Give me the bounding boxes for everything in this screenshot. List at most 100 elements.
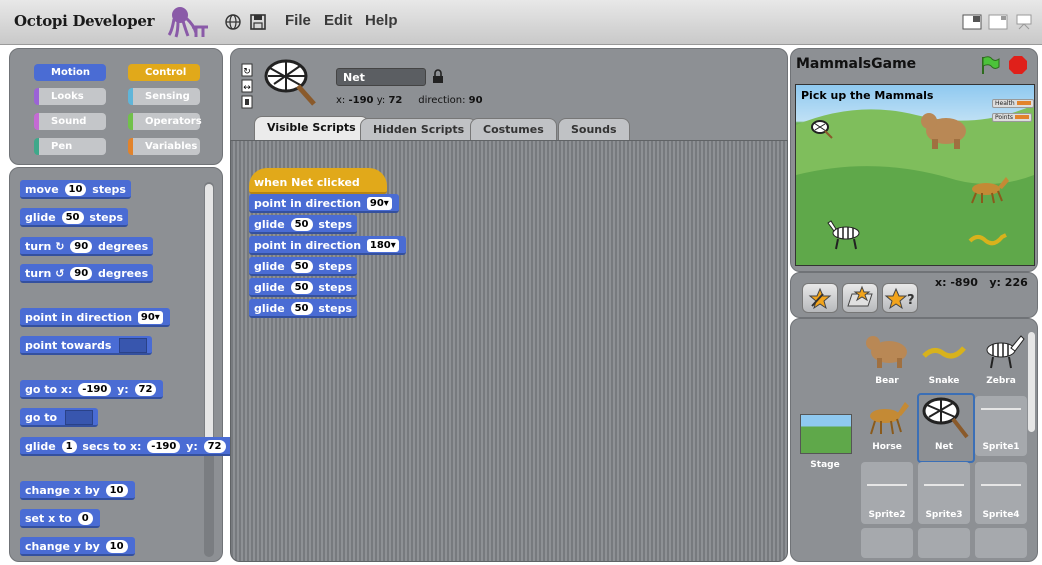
block-point-in-direction[interactable]: point in direction 90▾ [20,308,170,327]
language-globe-icon[interactable] [224,13,242,31]
block-label: glide [254,302,285,315]
block-number-input[interactable]: 90 [70,266,93,280]
direction-dropdown[interactable]: 90▾ [366,196,392,210]
stage-canvas[interactable]: Pick up the Mammals Health Points [795,84,1035,266]
block-label: move [25,183,59,196]
normal-stage-view-icon[interactable] [962,14,982,30]
snake-sprite-icon[interactable] [968,231,1008,247]
category-pen[interactable]: Pen [34,138,106,155]
rotation-style-icons[interactable]: ↻ ↔ [241,63,253,111]
svg-text:↻: ↻ [243,67,251,77]
script-block-glide[interactable]: glide 50 steps [249,257,358,276]
zebra-sprite-icon[interactable] [826,217,866,251]
tab-costumes[interactable]: Costumes [470,118,557,141]
block-number-input[interactable]: 50 [61,210,84,224]
presentation-mode-icon[interactable] [1014,14,1034,30]
hat-block-when-clicked[interactable]: when Net clicked [249,168,387,194]
category-looks[interactable]: Looks [34,88,106,105]
paint-new-sprite-button[interactable] [802,283,838,313]
sprite-label-sprite2: Sprite2 [868,510,906,520]
script-block-glide[interactable]: glide 50 steps [249,215,358,234]
save-icon[interactable] [249,13,267,31]
block-go-to[interactable]: go to [20,408,98,427]
category-sensing[interactable]: Sensing [128,88,200,105]
block-turn-left[interactable]: turn ↺ 90 degrees [20,264,154,283]
block-turn-right[interactable]: turn ↻ 90 degrees [20,237,154,256]
mouse-x-label: x: [935,276,947,289]
block-change-x[interactable]: change x by 10 [20,481,135,500]
category-motion[interactable]: Motion [34,64,106,81]
net-icon [922,397,969,439]
block-number-input[interactable]: 50 [290,280,313,294]
health-monitor: Health [992,99,1034,108]
sprite-tile-more[interactable] [918,528,970,558]
horse-sprite-icon[interactable] [966,173,1010,205]
script-block-point-in-direction[interactable]: point in direction 180▾ [249,236,406,255]
block-number-input[interactable]: 10 [64,182,87,196]
stop-icon[interactable] [1008,55,1028,75]
block-number-input[interactable]: 0 [77,511,93,525]
sprite-label-sprite4: Sprite4 [982,510,1020,520]
block-label: y: [117,383,129,396]
y-input[interactable]: 72 [203,439,226,453]
lock-icon[interactable] [432,69,444,84]
small-stage-view-icon[interactable] [988,14,1008,30]
x-label: x: [336,95,346,106]
target-dropdown[interactable] [119,337,148,353]
help-menu[interactable]: Help [365,12,398,29]
script-block-point-in-direction[interactable]: point in direction 90▾ [249,194,399,213]
sprite-tile-net-selected[interactable] [917,393,975,463]
target-dropdown[interactable] [64,409,93,425]
block-number-input[interactable]: 10 [105,483,128,497]
sprite-tile-more[interactable] [975,528,1027,558]
direction-value: 90 [468,95,483,106]
tab-visible-scripts[interactable]: Visible Scripts [254,116,369,141]
category-control[interactable]: Control [128,64,200,81]
block-point-towards[interactable]: point towards [20,336,153,355]
surprise-sprite-icon: ? [884,287,915,310]
palette-scrollbar-thumb[interactable] [205,184,213,454]
block-change-y[interactable]: change y by 10 [20,537,135,556]
block-go-to-xy[interactable]: go to x: -190 y: 72 [20,380,164,399]
block-number-input[interactable]: 90 [70,239,93,253]
octopus-logo-icon [167,7,208,38]
tab-sounds[interactable]: Sounds [558,118,630,141]
block-number-input[interactable]: 50 [290,259,313,273]
category-sound[interactable]: Sound [34,113,106,130]
script-block-glide[interactable]: glide 50 steps [249,278,358,297]
bear-sprite-icon[interactable] [918,107,970,151]
block-number-input[interactable]: 50 [290,301,313,315]
block-number-input[interactable]: 50 [290,217,313,231]
block-number-input[interactable]: 10 [105,539,128,553]
choose-sprite-from-file-button[interactable] [842,283,878,313]
random-sprite-button[interactable]: ? [882,283,918,313]
category-variables[interactable]: Variables [128,138,200,155]
block-label: go to [25,411,58,424]
stage-thumbnail[interactable] [800,414,852,454]
tab-hidden-scripts[interactable]: Hidden Scripts [360,118,478,141]
block-label: point in direction [254,239,362,252]
block-label: steps [89,211,124,224]
direction-dropdown[interactable]: 180▾ [366,238,399,252]
x-input[interactable]: -190 [147,439,181,453]
block-glide-steps[interactable]: glide 50 steps [20,208,129,227]
block-move-steps[interactable]: move 10 steps [20,180,131,199]
file-menu[interactable]: File [285,12,311,29]
block-glide-secs-to-xy[interactable]: glide 1 secs to x: -190 y: 72 [20,437,233,456]
sprite-name-field[interactable]: Net [336,68,426,86]
net-sprite-icon[interactable] [810,119,834,139]
sprite-placeholder-line [867,484,907,486]
script-block-glide[interactable]: glide 50 steps [249,299,358,318]
block-set-x[interactable]: set x to 0 [20,509,100,528]
x-input[interactable]: -190 [78,382,112,396]
y-input[interactable]: 72 [134,382,157,396]
horse-icon [870,402,909,435]
direction-dropdown[interactable]: 90▾ [137,310,163,324]
block-label: glide [25,211,56,224]
edit-menu[interactable]: Edit [324,12,352,29]
sprite-tile-more[interactable] [861,528,913,558]
category-operators[interactable]: Operators [128,113,202,130]
green-flag-icon[interactable] [980,55,1000,75]
paint-sprite-icon [808,287,832,310]
secs-input[interactable]: 1 [61,439,77,453]
